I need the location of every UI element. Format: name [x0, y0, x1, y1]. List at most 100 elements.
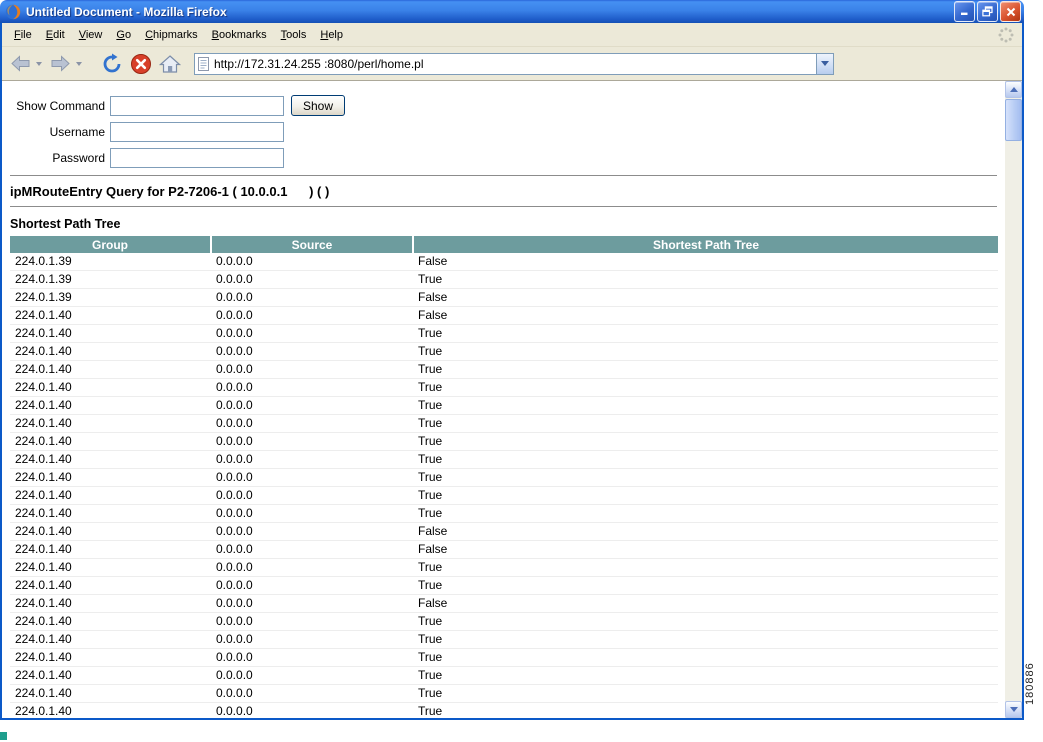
group-cell: 224.0.1.40: [10, 325, 211, 343]
close-icon: [1006, 7, 1016, 17]
group-cell: 224.0.1.40: [10, 487, 211, 505]
menu-bookmarks[interactable]: Bookmarks: [205, 25, 274, 45]
source-cell: 0.0.0.0: [211, 469, 413, 487]
menu-file[interactable]: File: [7, 25, 39, 45]
home-button[interactable]: [157, 52, 183, 76]
table-row: 224.0.1.400.0.0.0True: [10, 631, 998, 649]
minimize-icon: [960, 7, 970, 16]
source-cell: 0.0.0.0: [211, 379, 413, 397]
spt-cell: True: [413, 271, 998, 289]
source-cell: 0.0.0.0: [211, 361, 413, 379]
source-cell: 0.0.0.0: [211, 613, 413, 631]
forward-button[interactable]: [48, 53, 73, 74]
group-cell: 224.0.1.40: [10, 343, 211, 361]
table-row: 224.0.1.400.0.0.0True: [10, 469, 998, 487]
address-dropdown-button[interactable]: [816, 54, 833, 74]
source-cell: 0.0.0.0: [211, 415, 413, 433]
arrow-down-icon: [1010, 707, 1018, 712]
scrollbar-thumb[interactable]: [1005, 99, 1022, 141]
source-cell: 0.0.0.0: [211, 253, 413, 271]
content-wrap: Show Command Show Username Password ipMR…: [2, 81, 1022, 718]
table-row: 224.0.1.390.0.0.0False: [10, 253, 998, 271]
table-row: 224.0.1.400.0.0.0True: [10, 325, 998, 343]
close-button[interactable]: [1000, 1, 1021, 22]
spt-cell: True: [413, 559, 998, 577]
figure-number: 180886: [1024, 648, 1043, 720]
spt-cell: False: [413, 523, 998, 541]
show-command-label: Show Command: [10, 99, 110, 113]
username-input[interactable]: [110, 122, 284, 142]
menu-help[interactable]: Help: [313, 25, 350, 45]
menu-edit[interactable]: Edit: [39, 25, 72, 45]
spt-cell: False: [413, 289, 998, 307]
source-cell: 0.0.0.0: [211, 487, 413, 505]
source-cell: 0.0.0.0: [211, 649, 413, 667]
group-cell: 224.0.1.39: [10, 289, 211, 307]
group-cell: 224.0.1.40: [10, 595, 211, 613]
address-input[interactable]: [212, 55, 816, 73]
reload-button[interactable]: [99, 51, 125, 76]
group-cell: 224.0.1.40: [10, 469, 211, 487]
chevron-down-icon: [821, 61, 829, 66]
source-cell: 0.0.0.0: [211, 703, 413, 719]
group-cell: 224.0.1.40: [10, 631, 211, 649]
scroll-down-button[interactable]: [1005, 701, 1022, 718]
restore-icon: [982, 6, 993, 17]
spt-cell: False: [413, 541, 998, 559]
titlebar: Untitled Document - Mozilla Firefox: [0, 0, 1024, 23]
table-row: 224.0.1.400.0.0.0True: [10, 613, 998, 631]
spt-cell: True: [413, 361, 998, 379]
source-cell: 0.0.0.0: [211, 271, 413, 289]
source-cell: 0.0.0.0: [211, 343, 413, 361]
table-row: 224.0.1.400.0.0.0True: [10, 685, 998, 703]
menu-chipmarks[interactable]: Chipmarks: [138, 25, 205, 45]
back-dropdown-icon[interactable]: [36, 60, 45, 68]
spt-cell: True: [413, 487, 998, 505]
menu-items: FileEditViewGoChipmarksBookmarksToolsHel…: [7, 25, 350, 45]
spt-cell: True: [413, 397, 998, 415]
spt-cell: True: [413, 451, 998, 469]
page: Untitled Document - Mozilla Firefox: [0, 0, 1043, 742]
table-row: 224.0.1.400.0.0.0True: [10, 703, 998, 719]
stop-icon: [130, 53, 152, 75]
menu-bar: FileEditViewGoChipmarksBookmarksToolsHel…: [2, 23, 1022, 47]
table-row: 224.0.1.400.0.0.0True: [10, 667, 998, 685]
table-row: 224.0.1.400.0.0.0True: [10, 649, 998, 667]
page-content: Show Command Show Username Password ipMR…: [2, 81, 1005, 718]
source-cell: 0.0.0.0: [211, 559, 413, 577]
show-command-input[interactable]: [110, 96, 284, 116]
reload-icon: [101, 53, 123, 74]
minimize-button[interactable]: [954, 1, 975, 22]
source-cell: 0.0.0.0: [211, 631, 413, 649]
username-label: Username: [10, 125, 110, 139]
firefox-icon: [5, 4, 21, 20]
stop-button[interactable]: [128, 51, 154, 77]
group-cell: 224.0.1.40: [10, 307, 211, 325]
scroll-up-button[interactable]: [1005, 81, 1022, 98]
table-row: 224.0.1.400.0.0.0False: [10, 541, 998, 559]
source-cell: 0.0.0.0: [211, 523, 413, 541]
spt-cell: True: [413, 649, 998, 667]
password-input[interactable]: [110, 148, 284, 168]
spt-cell: True: [413, 469, 998, 487]
menu-tools[interactable]: Tools: [274, 25, 314, 45]
table-row: 224.0.1.400.0.0.0True: [10, 577, 998, 595]
back-icon: [10, 55, 31, 72]
group-cell: 224.0.1.40: [10, 559, 211, 577]
menu-view[interactable]: View: [72, 25, 110, 45]
show-button[interactable]: Show: [291, 95, 345, 116]
query-title: ipMRouteEntry Query for P2-7206-1 ( 10.0…: [10, 184, 1005, 199]
spt-cell: True: [413, 415, 998, 433]
vertical-scrollbar[interactable]: [1005, 81, 1022, 718]
back-button[interactable]: [8, 53, 33, 74]
throbber-icon: [998, 27, 1014, 43]
restore-button[interactable]: [977, 1, 998, 22]
source-cell: 0.0.0.0: [211, 451, 413, 469]
menu-go[interactable]: Go: [109, 25, 138, 45]
table-row: 224.0.1.400.0.0.0False: [10, 523, 998, 541]
forward-dropdown-icon[interactable]: [76, 60, 85, 68]
source-cell: 0.0.0.0: [211, 685, 413, 703]
separator: [10, 175, 997, 177]
group-cell: 224.0.1.40: [10, 415, 211, 433]
table-row: 224.0.1.400.0.0.0False: [10, 595, 998, 613]
